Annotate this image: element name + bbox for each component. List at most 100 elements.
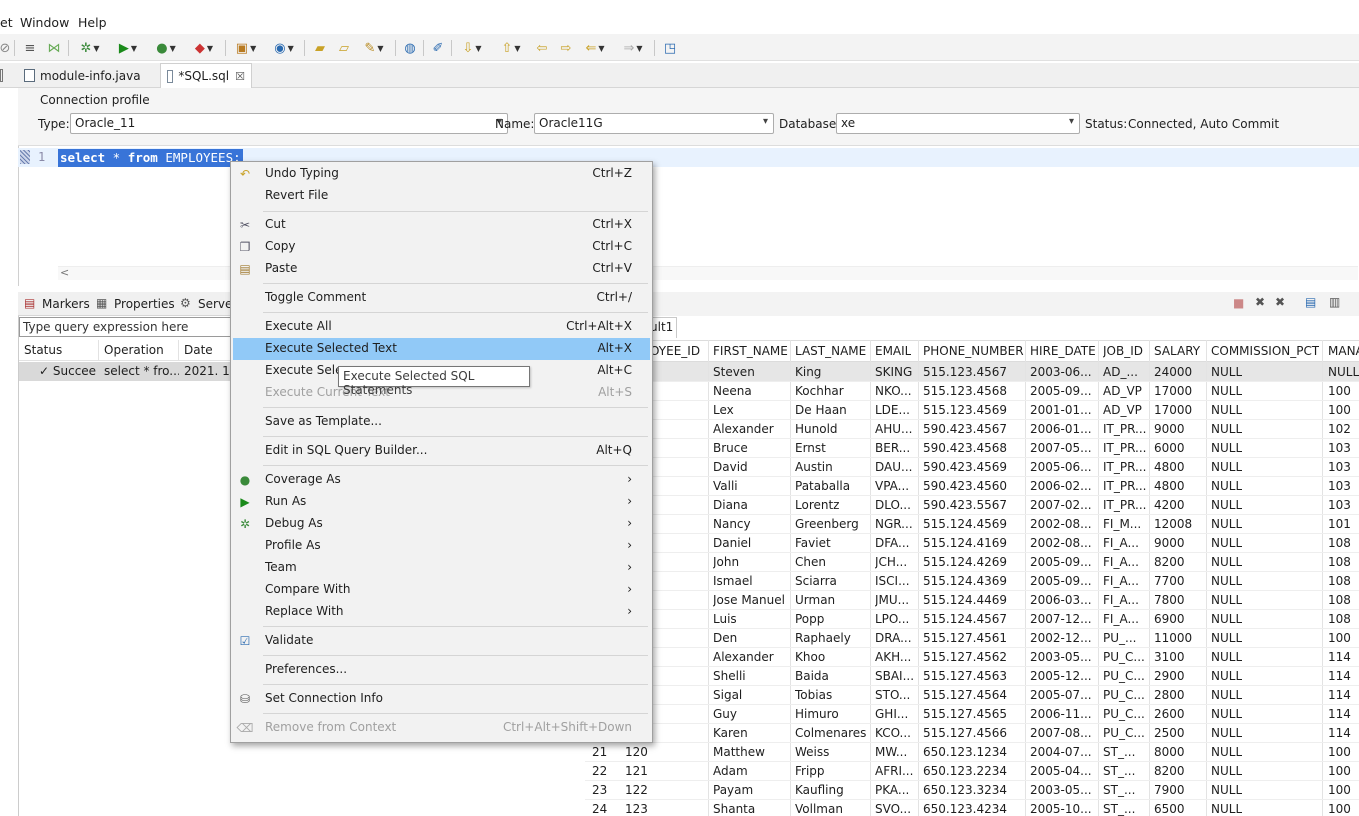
table-cell[interactable]: NULL (1211, 593, 1242, 607)
table-cell[interactable]: 100 (1328, 764, 1351, 778)
table-cell[interactable]: NULL (1211, 783, 1242, 797)
column-header[interactable]: PHONE_NUMBER (923, 344, 1024, 358)
debug-icon[interactable]: ✲ ▼ (74, 39, 106, 57)
table-cell[interactable]: 114 (1328, 726, 1351, 740)
table-cell[interactable]: 8200 (1154, 555, 1185, 569)
table-cell[interactable]: Kochhar (795, 384, 844, 398)
table-cell[interactable]: NULL (1211, 365, 1242, 379)
table-cell[interactable]: 17000 (1154, 384, 1192, 398)
table-cell[interactable]: NULL (1211, 631, 1242, 645)
table-cell[interactable]: 17000 (1154, 403, 1192, 417)
table-cell[interactable]: David (713, 460, 748, 474)
table-cell[interactable]: 100 (1328, 745, 1351, 759)
table-cell[interactable]: NULL (1211, 498, 1242, 512)
table-cell[interactable]: 2005-09... (1030, 555, 1092, 569)
table-cell[interactable]: PKA... (875, 783, 909, 797)
table-cell[interactable]: 7900 (1154, 783, 1185, 797)
table-cell[interactable]: 7800 (1154, 593, 1185, 607)
menu-item-window[interactable]: Window (20, 15, 69, 30)
table-cell[interactable]: NULL (1211, 764, 1242, 778)
table-cell[interactable]: 8200 (1154, 764, 1185, 778)
table-cell[interactable]: 515.123.4568 (923, 384, 1007, 398)
table-cell[interactable]: John (713, 555, 739, 569)
table-cell[interactable]: IT_PR... (1103, 479, 1146, 493)
table-cell[interactable]: Guy (713, 707, 737, 721)
table-cell[interactable]: AFRI... (875, 764, 913, 778)
table-cell[interactable]: FI_A... (1103, 593, 1139, 607)
table-cell[interactable]: 2002-12... (1030, 631, 1092, 645)
table-cell[interactable]: 590.423.4569 (923, 460, 1007, 474)
table-cell[interactable]: Karen (713, 726, 748, 740)
table-cell[interactable]: Popp (795, 612, 824, 626)
table-cell[interactable]: FI_M... (1103, 517, 1141, 531)
context-menu-item[interactable]: ↶ Undo Typing Ctrl+Z (233, 163, 650, 185)
table-cell[interactable]: SVO... (875, 802, 911, 816)
table-cell[interactable]: 120 (625, 745, 648, 759)
table-cell[interactable]: 108 (1328, 555, 1351, 569)
table-cell[interactable]: Sigal (713, 688, 742, 702)
new-wizard-icon[interactable]: ▣ ▼ (230, 39, 262, 57)
table-cell[interactable]: FI_A... (1103, 536, 1139, 550)
table-cell[interactable]: Neena (713, 384, 752, 398)
table-cell[interactable]: DLO... (875, 498, 911, 512)
table-cell[interactable]: 24 (592, 802, 607, 816)
database-select[interactable]: xe ▾ (836, 113, 1080, 134)
table-cell[interactable]: 2002-08... (1030, 517, 1092, 531)
table-cell[interactable]: Nancy (713, 517, 751, 531)
table-cell[interactable]: GHI... (875, 707, 908, 721)
table-cell[interactable]: 590.423.4560 (923, 479, 1007, 493)
table-cell[interactable]: AKH... (875, 650, 911, 664)
context-menu-item[interactable]: Profile As › (233, 535, 650, 557)
history-header-status[interactable]: Status (24, 343, 62, 357)
table-cell[interactable]: 123 (625, 802, 648, 816)
open-folder-icon[interactable]: ▱ (334, 39, 354, 57)
table-cell[interactable]: BER... (875, 441, 910, 455)
table-cell[interactable]: Alexander (713, 422, 774, 436)
table-cell[interactable]: 2006-11... (1030, 707, 1092, 721)
table-cell[interactable]: 114 (1328, 650, 1351, 664)
table-cell[interactable]: 2005-10... (1030, 802, 1092, 816)
table-cell[interactable]: 515.127.4561 (923, 631, 1007, 645)
table-cell[interactable]: SKING (875, 365, 912, 379)
table-cell[interactable]: NULL (1211, 669, 1242, 683)
skip-breakpoints-icon[interactable]: ⋈ (44, 39, 64, 57)
column-header[interactable]: FIRST_NAME (713, 344, 788, 358)
table-cell[interactable]: PU_C... (1103, 688, 1145, 702)
table-cell[interactable]: NULL (1211, 726, 1242, 740)
table-cell[interactable]: 2007-08... (1030, 726, 1092, 740)
table-cell[interactable]: NULL (1211, 650, 1242, 664)
table-cell[interactable]: 515.124.4369 (923, 574, 1007, 588)
table-cell[interactable]: Adam (713, 764, 748, 778)
table-cell[interactable]: 2005-06... (1030, 460, 1092, 474)
context-menu-item[interactable]: Save as Template... (233, 411, 650, 433)
context-menu-item[interactable]: Toggle Comment Ctrl+/ (233, 287, 650, 309)
table-cell[interactable]: Urman (795, 593, 835, 607)
table-cell[interactable]: 2800 (1154, 688, 1185, 702)
context-menu-item[interactable]: Preferences... (233, 659, 650, 681)
tab-sql[interactable]: *SQL.sql ☒ (160, 63, 252, 88)
table-cell[interactable]: NULL (1211, 479, 1242, 493)
toolbar-partial-icon[interactable]: ⊘ (0, 39, 10, 57)
context-menu-item[interactable]: Compare With › (233, 579, 650, 601)
table-cell[interactable]: 590.423.4568 (923, 441, 1007, 455)
table-cell[interactable]: NULL (1211, 460, 1242, 474)
search-tool-icon[interactable]: ✎ ▼ (358, 39, 390, 57)
table-cell[interactable]: 515.124.4567 (923, 612, 1007, 626)
table-cell[interactable]: DRA... (875, 631, 912, 645)
table-cell[interactable]: 100 (1328, 802, 1351, 816)
table-cell[interactable]: 2006-02... (1030, 479, 1092, 493)
table-cell[interactable]: IT_PR... (1103, 498, 1146, 512)
column-header[interactable]: OYEE_ID (650, 344, 700, 358)
table-cell[interactable]: ISCI... (875, 574, 910, 588)
table-cell[interactable]: 4200 (1154, 498, 1185, 512)
external-tools-icon[interactable]: ◆ ▼ (188, 39, 220, 57)
table-cell[interactable]: 114 (1328, 669, 1351, 683)
table-cell[interactable]: Pataballa (795, 479, 850, 493)
table-cell[interactable]: 103 (1328, 479, 1351, 493)
table-cell[interactable]: NULL (1211, 688, 1242, 702)
table-cell[interactable]: 2005-07... (1030, 688, 1092, 702)
next-annotation-icon[interactable]: ⇩ ▼ (455, 39, 489, 57)
table-cell[interactable]: NULL (1211, 745, 1242, 759)
table-cell[interactable]: 101 (1328, 517, 1351, 531)
table-cell[interactable]: MW... (875, 745, 907, 759)
